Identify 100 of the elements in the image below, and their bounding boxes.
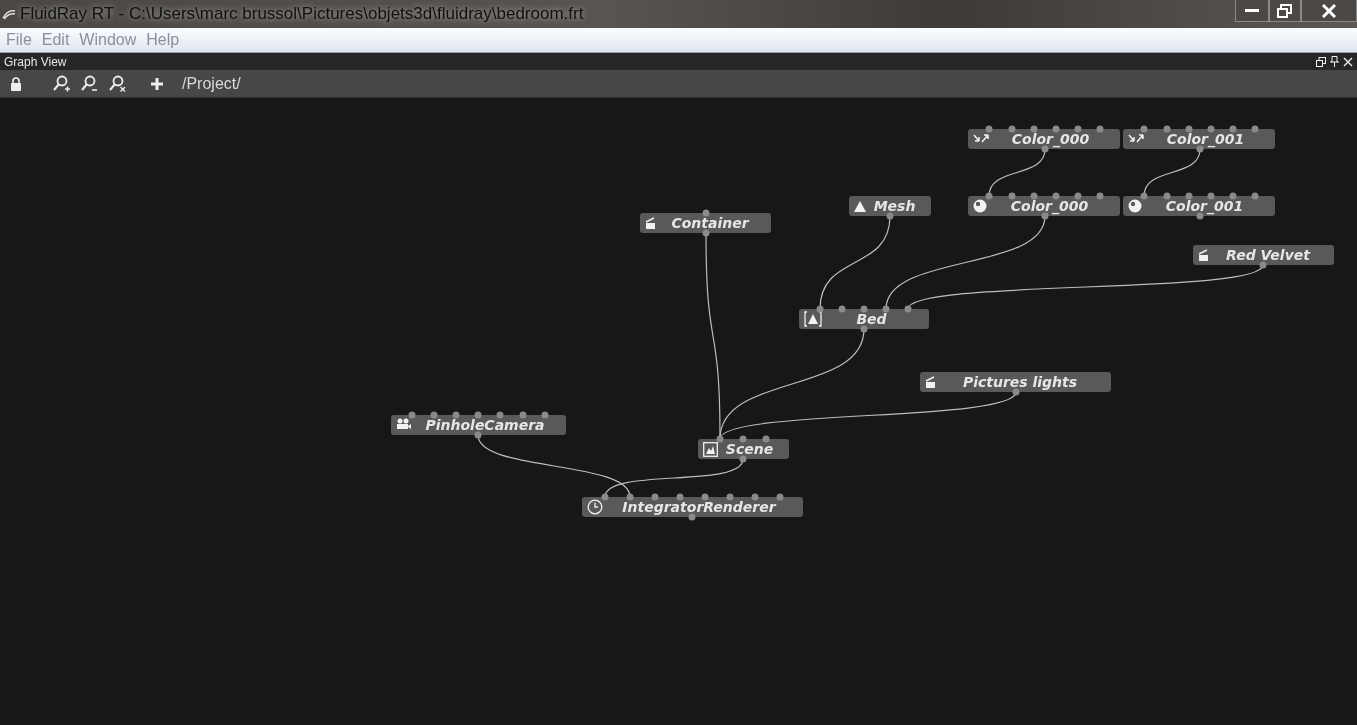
port-handle[interactable] xyxy=(1008,192,1016,200)
port-handle[interactable] xyxy=(1207,125,1215,133)
port-handle[interactable] xyxy=(985,125,993,133)
port-handle[interactable] xyxy=(1008,125,1016,133)
port-handle[interactable] xyxy=(1074,125,1082,133)
port-handle[interactable] xyxy=(626,493,634,501)
port-handle[interactable] xyxy=(688,513,696,521)
menu-item[interactable]: Window xyxy=(75,31,141,49)
breadcrumb-path[interactable]: /Project/ xyxy=(182,74,241,93)
app-logo-icon xyxy=(2,8,16,20)
port-handle[interactable] xyxy=(651,493,659,501)
port-handle[interactable] xyxy=(860,305,868,313)
graph-node[interactable]: Pictures lights xyxy=(920,372,1111,392)
graph-node[interactable]: IntegratorRenderer xyxy=(582,497,803,517)
port-handle[interactable] xyxy=(541,411,549,419)
zoom-in-icon[interactable] xyxy=(52,74,70,93)
graph-node[interactable]: Scene xyxy=(698,439,789,459)
menu-item[interactable]: Help xyxy=(142,31,184,49)
graph-node[interactable]: Bed xyxy=(799,309,929,329)
minimize-button[interactable] xyxy=(1235,0,1269,22)
circle-icon xyxy=(1128,199,1142,213)
graph-node[interactable]: PinholeCamera xyxy=(391,415,566,435)
close-button[interactable] xyxy=(1301,0,1357,22)
flag-icon xyxy=(1198,249,1210,261)
port-handle[interactable] xyxy=(1012,388,1020,396)
port-handle[interactable] xyxy=(1229,192,1237,200)
port-handle[interactable] xyxy=(886,212,894,220)
port-handle[interactable] xyxy=(474,431,482,439)
add-icon[interactable] xyxy=(150,76,164,91)
port-handle[interactable] xyxy=(838,305,846,313)
flag-icon xyxy=(925,376,937,388)
port-handle[interactable] xyxy=(882,305,890,313)
zoom-reset-icon[interactable] xyxy=(108,74,126,93)
arrows-icon xyxy=(973,133,989,145)
window-title: FluidRay RT - C:\Users\marc brussol\Pictures\objets3d\fluidray\bedroom.frt xyxy=(20,4,584,24)
port-handle[interactable] xyxy=(1207,192,1215,200)
port-handle[interactable] xyxy=(739,455,747,463)
port-handle[interactable] xyxy=(1229,125,1237,133)
graph-node[interactable]: Color_000 xyxy=(968,196,1120,216)
port-handle[interactable] xyxy=(1140,125,1148,133)
minimize-icon xyxy=(1245,8,1259,13)
flag-icon xyxy=(645,217,657,229)
port-handle[interactable] xyxy=(1052,125,1060,133)
graph-node[interactable]: Color_001 xyxy=(1123,129,1275,149)
port-handle[interactable] xyxy=(1030,192,1038,200)
chart-image-icon xyxy=(703,441,718,457)
port-handle[interactable] xyxy=(726,493,734,501)
port-handle[interactable] xyxy=(1030,125,1038,133)
graph-node[interactable]: Color_001 xyxy=(1123,196,1275,216)
port-handle[interactable] xyxy=(452,411,460,419)
pin-icon[interactable] xyxy=(1330,56,1339,67)
port-handle[interactable] xyxy=(1096,125,1104,133)
close-icon xyxy=(1322,3,1336,18)
graph-node[interactable]: Mesh xyxy=(849,196,931,216)
graph-node[interactable]: Color_000 xyxy=(968,129,1120,149)
lock-icon[interactable] xyxy=(10,76,22,91)
port-handle[interactable] xyxy=(496,411,504,419)
port-handle[interactable] xyxy=(408,411,416,419)
menu-item[interactable]: Edit xyxy=(37,31,74,49)
restore-button[interactable] xyxy=(1269,0,1301,22)
port-handle[interactable] xyxy=(1140,192,1148,200)
port-handle[interactable] xyxy=(776,493,784,501)
zoom-out-icon[interactable] xyxy=(80,74,98,93)
port-handle[interactable] xyxy=(430,411,438,419)
port-handle[interactable] xyxy=(716,435,724,443)
port-handle[interactable] xyxy=(1163,192,1171,200)
port-handle[interactable] xyxy=(676,493,684,501)
graph-node[interactable]: Container xyxy=(640,213,771,233)
port-handle[interactable] xyxy=(702,229,710,237)
port-handle[interactable] xyxy=(1074,192,1082,200)
port-handle[interactable] xyxy=(1185,192,1193,200)
port-handle[interactable] xyxy=(701,493,709,501)
graph-node[interactable]: Red Velvet xyxy=(1193,245,1334,265)
restore-icon xyxy=(1277,3,1293,18)
triangle-icon xyxy=(854,200,866,212)
float-window-icon[interactable] xyxy=(1316,56,1326,67)
close-icon[interactable] xyxy=(1343,56,1353,67)
port-handle[interactable] xyxy=(1163,125,1171,133)
panel-title: Graph View xyxy=(4,54,67,69)
port-handle[interactable] xyxy=(474,411,482,419)
movie-camera-icon xyxy=(396,418,412,432)
circle-icon xyxy=(973,199,987,213)
port-handle[interactable] xyxy=(601,493,609,501)
port-handle[interactable] xyxy=(1259,261,1267,269)
port-handle[interactable] xyxy=(739,435,747,443)
port-handle[interactable] xyxy=(1185,125,1193,133)
menu-item[interactable]: File xyxy=(2,31,36,49)
port-handle[interactable] xyxy=(816,305,824,313)
port-handle[interactable] xyxy=(1251,192,1259,200)
port-handle[interactable] xyxy=(751,493,759,501)
port-handle[interactable] xyxy=(860,325,868,333)
port-handle[interactable] xyxy=(1251,125,1259,133)
port-handle[interactable] xyxy=(762,435,770,443)
port-handle[interactable] xyxy=(904,305,912,313)
port-handle[interactable] xyxy=(985,192,993,200)
port-handle[interactable] xyxy=(1096,192,1104,200)
port-handle[interactable] xyxy=(702,209,710,217)
port-handle[interactable] xyxy=(519,411,527,419)
port-handle[interactable] xyxy=(1052,192,1060,200)
arrows-icon xyxy=(1128,133,1144,145)
